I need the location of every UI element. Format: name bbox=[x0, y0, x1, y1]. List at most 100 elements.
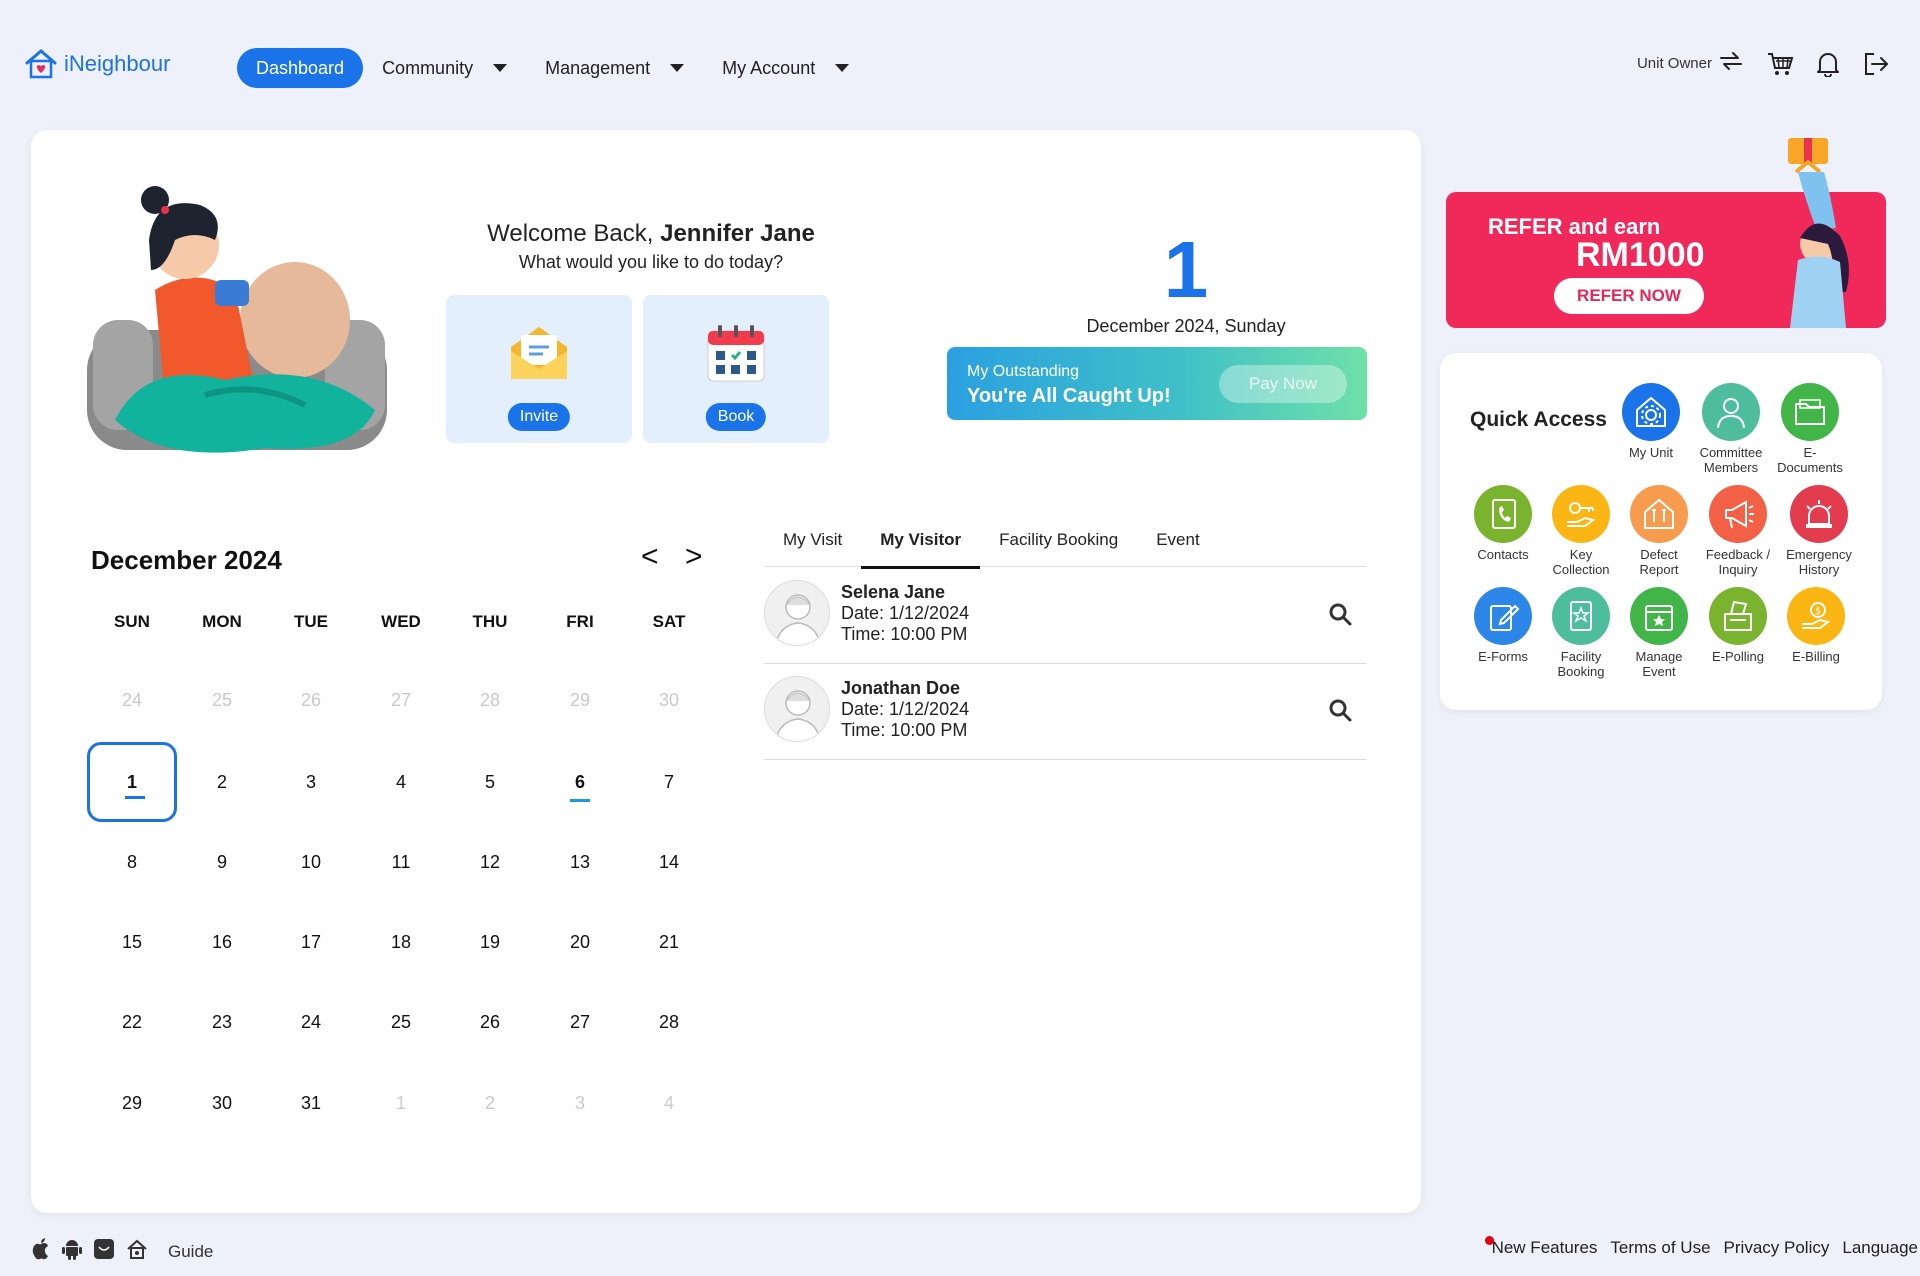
weekday-header: SUN bbox=[114, 612, 150, 631]
quick-emergency-history[interactable]: Emergency History bbox=[1780, 485, 1858, 577]
calendar-day[interactable]: 25 bbox=[177, 660, 267, 740]
visitor-row[interactable]: Selena Jane Date: 1/12/2024 Time: 10:00 … bbox=[764, 568, 1366, 664]
calendar-day[interactable]: 7 bbox=[624, 742, 714, 822]
quick-committee-members[interactable]: Committee Members bbox=[1692, 383, 1770, 475]
calendar-day[interactable]: 22 bbox=[87, 982, 177, 1062]
tab-my-visit[interactable]: My Visit bbox=[764, 512, 861, 567]
quick-facility-booking[interactable]: Facility Booking bbox=[1542, 587, 1620, 679]
calendar-day[interactable]: 2 bbox=[177, 742, 267, 822]
calendar-day[interactable]: 13 bbox=[535, 822, 625, 902]
cart-icon[interactable] bbox=[1766, 51, 1794, 77]
quick-e-documents[interactable]: E-Documents bbox=[1771, 383, 1849, 475]
quick-feedback-inquiry[interactable]: Feedback / Inquiry bbox=[1699, 485, 1777, 577]
calendar-day-event[interactable]: 6 bbox=[535, 742, 625, 822]
calendar-day[interactable]: 25 bbox=[356, 982, 446, 1062]
tab-event[interactable]: Event bbox=[1137, 512, 1218, 567]
calendar-day[interactable]: 9 bbox=[177, 822, 267, 902]
calendar-day[interactable]: 3 bbox=[266, 742, 356, 822]
calendar-day[interactable]: 10 bbox=[266, 822, 356, 902]
new-features-link[interactable]: New Features bbox=[1492, 1238, 1598, 1258]
invite-button[interactable]: Invite bbox=[507, 403, 571, 431]
gift-girl-illustration bbox=[1788, 138, 1849, 328]
calendar-day[interactable]: 17 bbox=[266, 902, 356, 982]
calendar-day[interactable]: 1 bbox=[356, 1063, 446, 1143]
quick-key-collection[interactable]: Key Collection bbox=[1542, 485, 1620, 577]
language-link[interactable]: Language bbox=[1842, 1238, 1918, 1258]
quick-defect-report[interactable]: Defect Report bbox=[1620, 485, 1698, 577]
tab-my-visitor[interactable]: My Visitor bbox=[861, 512, 981, 569]
switch-role-icon[interactable] bbox=[1718, 50, 1744, 77]
calendar-day[interactable]: 23 bbox=[177, 982, 267, 1062]
visitor-row[interactable]: Jonathan Doe Date: 1/12/2024 Time: 10:00… bbox=[764, 664, 1366, 760]
quick-e-forms[interactable]: E-Forms bbox=[1464, 587, 1542, 664]
calendar-day[interactable]: 30 bbox=[624, 660, 714, 740]
calendar-day[interactable]: 29 bbox=[87, 1063, 177, 1143]
invite-card[interactable]: Invite bbox=[446, 295, 632, 443]
calendar-day[interactable]: 19 bbox=[445, 902, 535, 982]
quick-contacts[interactable]: Contacts bbox=[1464, 485, 1542, 562]
nav-community[interactable]: Community bbox=[382, 48, 508, 88]
calendar-day[interactable]: 5 bbox=[445, 742, 535, 822]
quick-label: E-Documents bbox=[1777, 445, 1843, 475]
calendar-day[interactable]: 26 bbox=[266, 660, 356, 740]
terms-of-use-link[interactable]: Terms of Use bbox=[1610, 1238, 1710, 1258]
woman-relaxing-illustration bbox=[87, 186, 387, 453]
nav-dashboard[interactable]: Dashboard bbox=[237, 48, 364, 88]
calendar-day[interactable]: 8 bbox=[87, 822, 177, 902]
android-icon[interactable] bbox=[62, 1238, 82, 1265]
logout-icon[interactable] bbox=[1862, 51, 1890, 77]
nav-my-account[interactable]: My Account bbox=[722, 48, 850, 88]
calendar-day[interactable]: 18 bbox=[356, 902, 446, 982]
calendar-day[interactable]: 24 bbox=[87, 660, 177, 740]
calendar-day[interactable]: 28 bbox=[445, 660, 535, 740]
pay-now-button[interactable]: Pay Now bbox=[1219, 365, 1347, 403]
calendar-day[interactable]: 24 bbox=[266, 982, 356, 1062]
calendar-day[interactable]: 14 bbox=[624, 822, 714, 902]
app-logo[interactable]: iNeighbour bbox=[24, 48, 170, 80]
calendar-day[interactable]: 11 bbox=[356, 822, 446, 902]
refer-promo-banner[interactable]: REFER and earn RM1000 REFER NOW bbox=[1446, 138, 1886, 328]
search-icon[interactable] bbox=[1328, 698, 1352, 727]
nav-management[interactable]: Management bbox=[545, 48, 685, 88]
refer-now-button[interactable]: REFER NOW bbox=[1554, 278, 1704, 314]
home-icon[interactable] bbox=[126, 1239, 148, 1264]
book-button[interactable]: Book bbox=[705, 403, 767, 431]
calendar-day[interactable]: 2 bbox=[445, 1063, 535, 1143]
apple-icon[interactable] bbox=[30, 1238, 50, 1265]
calendar-day[interactable]: 30 bbox=[177, 1063, 267, 1143]
guide-link[interactable]: Guide bbox=[168, 1242, 213, 1262]
search-icon[interactable] bbox=[1328, 602, 1352, 631]
quick-manage-event[interactable]: Manage Event bbox=[1620, 587, 1698, 679]
calendar-day[interactable]: 20 bbox=[535, 902, 625, 982]
tab-facility-booking[interactable]: Facility Booking bbox=[980, 512, 1137, 567]
calendar-prev-button[interactable]: < bbox=[641, 540, 659, 574]
calendar-day[interactable]: 12 bbox=[445, 822, 535, 902]
calendar-day[interactable]: 16 bbox=[177, 902, 267, 982]
calendar-day[interactable]: 28 bbox=[624, 982, 714, 1062]
visitor-date: Date: 1/12/2024 bbox=[841, 603, 970, 623]
quick-e-billing[interactable]: $ E-Billing bbox=[1777, 587, 1855, 664]
calendar-day[interactable]: 4 bbox=[356, 742, 446, 822]
calendar-day[interactable]: 4 bbox=[624, 1063, 714, 1143]
huawei-app-gallery-icon[interactable] bbox=[94, 1239, 114, 1264]
weekday-header: FRI bbox=[566, 612, 594, 631]
calendar-day[interactable]: 31 bbox=[266, 1063, 356, 1143]
dashboard-card: Welcome Back, Jennifer Jane What would y… bbox=[31, 130, 1421, 1213]
calendar-day[interactable]: 3 bbox=[535, 1063, 625, 1143]
calendar-day[interactable]: 15 bbox=[87, 902, 177, 982]
quick-e-polling[interactable]: E-Polling bbox=[1699, 587, 1777, 664]
calendar-day[interactable]: 29 bbox=[535, 660, 625, 740]
calendar-next-button[interactable]: > bbox=[685, 540, 703, 574]
quick-my-unit[interactable]: My Unit bbox=[1612, 383, 1690, 460]
bell-icon[interactable] bbox=[1816, 51, 1840, 77]
footer-left: Guide bbox=[30, 1238, 213, 1265]
calendar-day-today[interactable]: 1 bbox=[87, 742, 177, 822]
privacy-policy-link[interactable]: Privacy Policy bbox=[1724, 1238, 1830, 1258]
calendar-day[interactable]: 26 bbox=[445, 982, 535, 1062]
calendar-day[interactable]: 21 bbox=[624, 902, 714, 982]
calendar-day[interactable]: 27 bbox=[535, 982, 625, 1062]
role-label: Unit Owner bbox=[1636, 55, 1712, 72]
outstanding-status: You're All Caught Up! bbox=[967, 385, 1171, 407]
calendar-day[interactable]: 27 bbox=[356, 660, 446, 740]
book-card[interactable]: Book bbox=[643, 295, 829, 443]
